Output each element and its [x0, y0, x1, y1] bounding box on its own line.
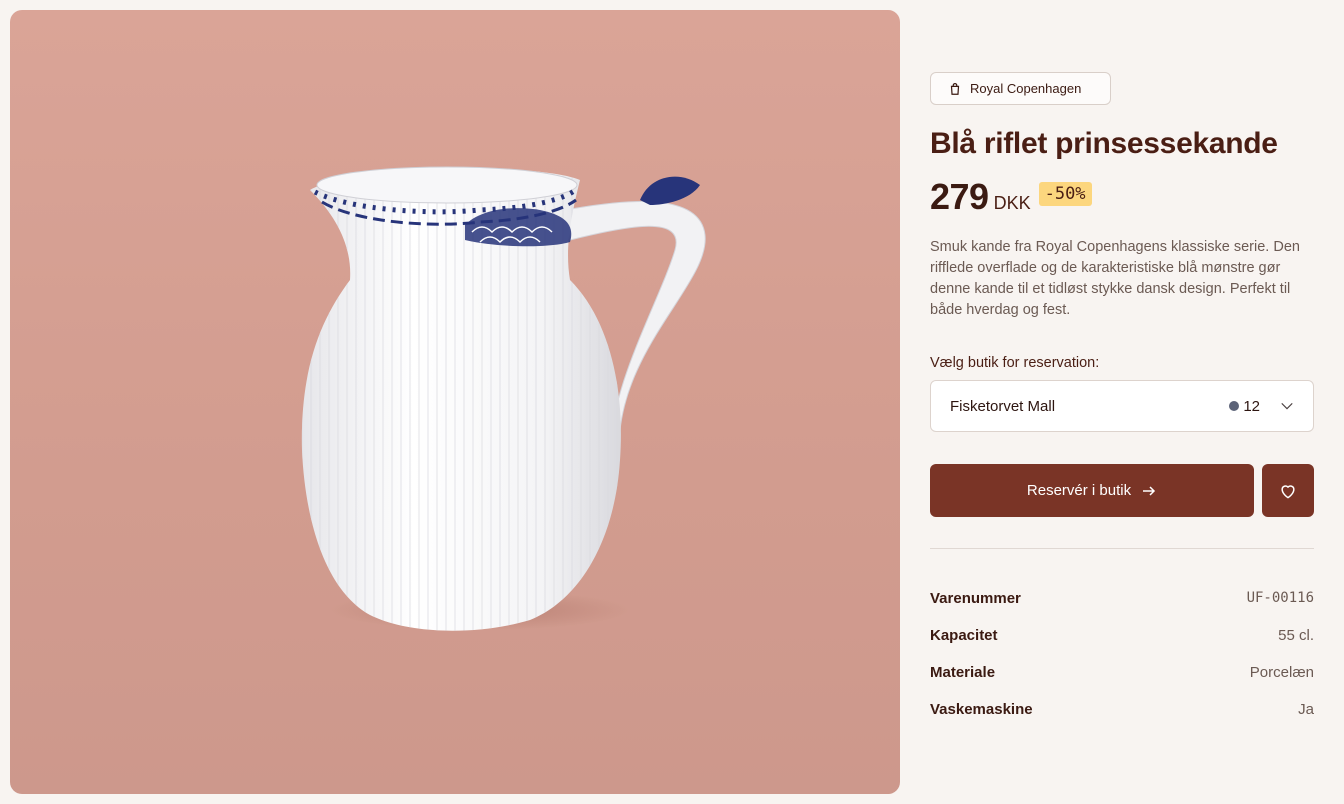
heart-icon: [1281, 484, 1295, 498]
spec-key: Varenummer: [930, 590, 1021, 607]
selected-store: Fisketorvet Mall: [950, 397, 1056, 415]
spec-value: 55 cl.: [1278, 627, 1314, 644]
store-select[interactable]: Fisketorvet Mall 12: [930, 380, 1314, 432]
favorite-button[interactable]: [1262, 464, 1314, 517]
chevron-down-icon: [1281, 402, 1293, 410]
spec-value: UF-00116: [1246, 590, 1314, 606]
shopping-bag-icon: [950, 82, 960, 95]
price: 279 DKK -50%: [930, 176, 1092, 218]
stock-count: 12: [1243, 397, 1260, 415]
store-select-label: Vælg butik for reservation:: [930, 355, 1100, 371]
product-title: Blå riflet prinsessekande: [930, 127, 1278, 160]
reserve-button-label: Reservér i butik: [1026, 482, 1132, 499]
spec-row: Kapacitet 55 cl.: [930, 627, 1314, 664]
stock-indicator-dot: [1229, 401, 1240, 411]
brand-name: Royal Copenhagen: [970, 81, 1082, 96]
price-currency: DKK: [993, 193, 1031, 213]
spec-row: Varenummer UF-00116: [930, 590, 1314, 627]
product-description: Smuk kande fra Royal Copenhagens klassis…: [930, 239, 1300, 318]
spec-value: Ja: [1298, 701, 1314, 718]
pitcher-illustration: [301, 166, 706, 631]
spec-key: Vaskemaskine: [930, 701, 1033, 718]
spec-value: Porcelæn: [1249, 664, 1314, 681]
product-details: Royal Copenhagen Blå riflet prinsessekan…: [930, 0, 1314, 804]
spec-row: Materiale Porcelæn: [930, 664, 1314, 701]
discount-badge: -50%: [1038, 182, 1092, 206]
spec-row: Vaskemaskine Ja: [930, 701, 1314, 738]
spec-key: Kapacitet: [930, 627, 998, 644]
brand-chip[interactable]: Royal Copenhagen: [930, 72, 1111, 105]
divider: [930, 548, 1314, 549]
product-image: [10, 10, 900, 794]
price-value: 279: [930, 176, 989, 217]
spec-key: Materiale: [930, 664, 996, 681]
arrow-right-icon: [1143, 485, 1156, 496]
reserve-button[interactable]: Reservér i butik: [930, 464, 1254, 517]
spec-list: Varenummer UF-00116 Kapacitet 55 cl. Mat…: [930, 590, 1314, 738]
